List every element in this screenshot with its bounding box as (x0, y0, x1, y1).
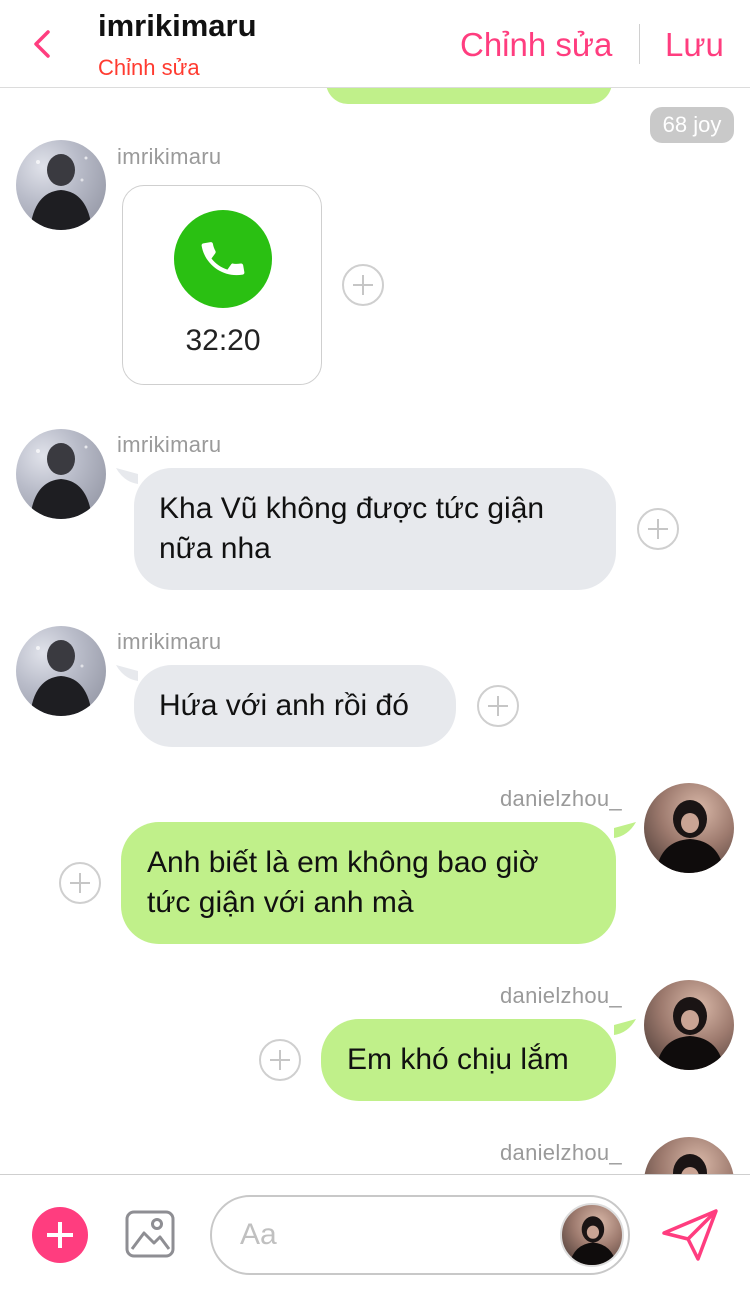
message-input[interactable] (240, 1213, 540, 1257)
add-reaction-button[interactable] (637, 508, 679, 550)
image-icon[interactable] (124, 1209, 176, 1259)
call-duration: 32:20 (185, 324, 261, 357)
bubble-tail (116, 468, 138, 484)
sender-name: imrikimaru (117, 144, 222, 169)
message-bubble[interactable]: Em khó chịu lắm (321, 1019, 616, 1101)
avatar[interactable] (644, 980, 734, 1070)
chat-title: imrikimaru (98, 8, 257, 43)
bubble-tail (614, 822, 636, 838)
persona-avatar[interactable] (560, 1203, 624, 1267)
message-list[interactable]: 68 joy imrikimaru 32:20 imrikimaru Kha V… (0, 88, 750, 1174)
sender-name: danielzhou_ (500, 983, 622, 1008)
message-bubble[interactable]: Kha Vũ không được tức giận nữa nha (134, 468, 616, 590)
message-bubble[interactable]: Anh biết là em không bao giờ tức giận vớ… (121, 822, 616, 944)
header-divider (639, 24, 640, 64)
chat-subtitle: Chỉnh sửa (98, 55, 200, 80)
avatar[interactable] (644, 1137, 734, 1174)
avatar[interactable] (16, 429, 106, 519)
add-reaction-button[interactable] (59, 862, 101, 904)
add-reaction-button[interactable] (342, 264, 384, 306)
sender-name: danielzhou_ (500, 786, 622, 811)
save-button[interactable]: Lưu (665, 26, 724, 64)
edit-button[interactable]: Chỉnh sửa (460, 26, 612, 64)
header-bar: imrikimaru Chỉnh sửa Chỉnh sửa Lưu (0, 0, 750, 88)
sender-name: imrikimaru (117, 629, 222, 654)
bubble-tail (116, 665, 138, 681)
chat-screen: imrikimaru Chỉnh sửa Chỉnh sửa Lưu 68 jo… (0, 0, 750, 1294)
add-reaction-button[interactable] (259, 1039, 301, 1081)
avatar[interactable] (16, 626, 106, 716)
send-icon[interactable] (660, 1207, 720, 1263)
bubble-tail (614, 1019, 636, 1035)
message-input-container[interactable] (210, 1195, 630, 1275)
previous-message-bubble[interactable] (326, 88, 612, 104)
add-attachment-button[interactable] (32, 1207, 88, 1263)
composer-bar (0, 1174, 750, 1294)
avatar[interactable] (16, 140, 106, 230)
avatar[interactable] (644, 783, 734, 873)
call-message-card[interactable]: 32:20 (122, 185, 322, 385)
sender-name: imrikimaru (117, 432, 222, 457)
sender-name: danielzhou_ (500, 1140, 622, 1165)
message-bubble[interactable]: Hứa với anh rồi đó (134, 665, 456, 747)
joy-badge: 68 joy (650, 107, 734, 143)
add-reaction-button[interactable] (477, 685, 519, 727)
back-chevron-icon[interactable] (28, 26, 60, 62)
phone-icon (174, 210, 272, 308)
